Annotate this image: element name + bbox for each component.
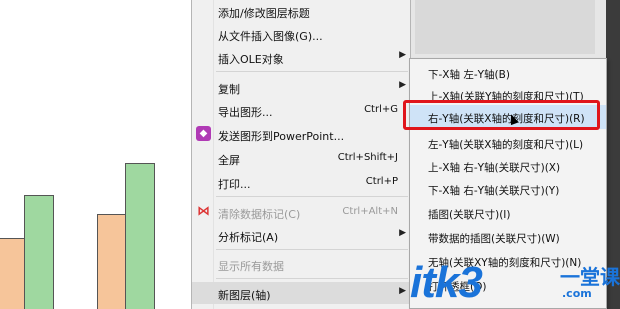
menu-separator [216,249,408,250]
submenu-item-bottom-x-left-y[interactable]: 下-X轴 左-Y轴(B) [410,61,606,85]
menu-separator [216,71,408,72]
menu-item-label: 分析标记(A) [218,231,279,244]
menu-item-send-to-powerpoint[interactable]: ◆ 发送图形到PowerPoint... [192,123,412,145]
submenu-arrow-icon: ▶ [399,228,406,238]
submenu-item-bottom-x-right-y[interactable]: 下-X轴 右-Y轴(关联尺寸)(Y) [410,177,606,201]
submenu-item-left-y[interactable]: 左-Y轴(关联X轴的刻度和尺寸)(L) [410,131,606,155]
menu-item-label: 插入OLE对象 [218,53,284,66]
menu-item-insert-ole[interactable]: 插入OLE对象 ▶ [192,46,412,68]
chart-bar [0,238,26,309]
menu-item-label: 打印... [218,178,251,191]
submenu-arrow-icon: ▶ [399,286,406,296]
menu-item-shortcut: Ctrl+P [365,176,398,187]
background-panel [408,0,606,60]
menu-item-label: 显示所有数据 [218,260,284,273]
menu-item-label: 复制 [218,83,240,96]
watermark-text: itk3 [410,258,483,307]
watermark-url-text: .com [562,287,592,300]
submenu-item-label: 上-X轴 右-Y轴(关联尺寸)(X) [428,162,561,174]
watermark-cn-text: 一堂课 [560,265,620,289]
submenu-item-inset[interactable]: 插图(关联尺寸)(I) [410,201,606,225]
menu-item-label: 从文件插入图像(G)... [218,30,323,43]
menu-item-add-layer-title[interactable]: 添加/修改图层标题 [192,0,412,22]
submenu-item-label: 下-X轴 右-Y轴(关联尺寸)(Y) [428,185,560,197]
chart-bar [97,214,127,309]
highlight-annotation-box [403,100,600,130]
menu-item-show-all-data[interactable]: 显示所有数据 [192,253,412,275]
menu-item-fullscreen[interactable]: 全屏 Ctrl+Shift+J [192,147,412,169]
menu-item-label: 导出图形... [218,106,273,119]
menu-item-shortcut: Ctrl+Shift+J [337,152,398,163]
menu-item-new-layer-axes[interactable]: 新图层(轴) ▶ [192,282,412,304]
menu-item-clear-data-markers[interactable]: ⋈ 清除数据标记(C) Ctrl+Alt+N [192,201,412,223]
menu-item-export-graph[interactable]: 导出图形... Ctrl+G [192,99,412,121]
menu-item-label: 发送图形到PowerPoint... [218,130,345,143]
submenu-item-label: 插图(关联尺寸)(I) [428,209,511,221]
powerpoint-icon: ◆ [196,126,211,141]
menu-item-shortcut: Ctrl+Alt+N [342,206,398,217]
clear-marker-icon: ⋈ [197,204,210,219]
menu-separator [216,196,408,197]
submenu-item-inset-with-data[interactable]: 带数据的插图(关联尺寸)(W) [410,225,606,249]
menu-item-label: 添加/修改图层标题 [218,7,310,20]
submenu-arrow-icon: ▶ [399,80,406,90]
submenu-item-label: 带数据的插图(关联尺寸)(W) [428,233,560,245]
watermark-logo: itk3 一堂课 .com [410,255,620,309]
submenu-item-label: 左-Y轴(关联X轴的刻度和尺寸)(L) [428,139,584,151]
menu-item-copy[interactable]: 复制 ▶ [192,76,412,98]
menu-item-label: 清除数据标记(C) [218,208,301,221]
context-menu: 添加/修改图层标题 从文件插入图像(G)... 插入OLE对象 ▶ 复制 ▶ 导… [191,0,412,309]
menu-item-analysis-markers[interactable]: 分析标记(A) ▶ [192,224,412,246]
menu-item-print[interactable]: 打印... Ctrl+P [192,171,412,193]
menu-item-label: 全屏 [218,154,240,167]
menu-item-label: 新图层(轴) [218,289,271,302]
submenu-arrow-icon: ▶ [399,50,406,60]
menu-item-insert-image[interactable]: 从文件插入图像(G)... [192,23,412,45]
menu-item-shortcut: Ctrl+G [364,104,398,115]
chart-bar [24,195,54,309]
submenu-item-label: 下-X轴 左-Y轴(B) [428,69,510,81]
chart-bar [125,163,155,309]
submenu-item-top-x-right-y[interactable]: 上-X轴 右-Y轴(关联尺寸)(X) [410,154,606,178]
menu-separator [216,278,408,279]
